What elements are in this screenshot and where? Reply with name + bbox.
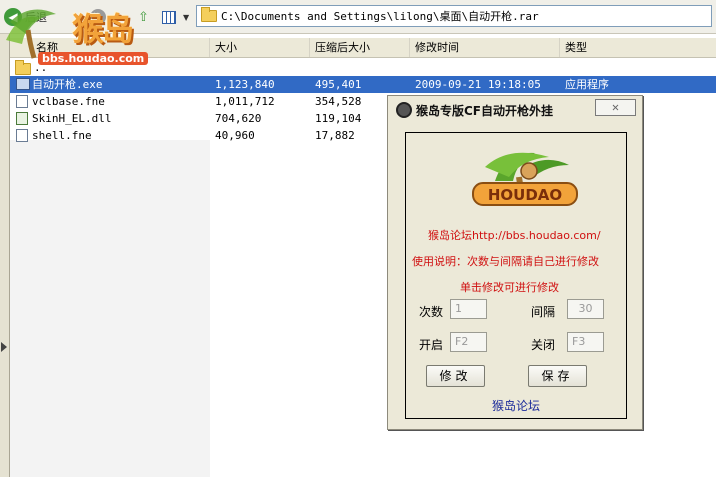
file-size: 1,123,840: [215, 78, 275, 91]
parent-folder-label: ..: [34, 61, 48, 74]
expand-arrow-icon[interactable]: [1, 342, 7, 352]
interval-label: 间隔: [531, 305, 556, 319]
column-size-label: 大小: [215, 41, 237, 54]
file-type: 应用程序: [565, 78, 609, 91]
file-packed-size: 354,528: [315, 95, 362, 108]
left-panel-edge[interactable]: [0, 34, 10, 477]
close-icon: ✕: [611, 100, 620, 114]
address-path: C:\Documents and Settings\lilong\桌面\自动开枪…: [221, 10, 539, 23]
logo-text: HOUDAO: [488, 186, 562, 204]
column-type[interactable]: 类型: [560, 38, 716, 57]
modify-button[interactable]: 修改: [426, 365, 485, 387]
file-icon: [16, 129, 28, 142]
column-type-label: 类型: [565, 41, 587, 54]
file-icon: [16, 95, 28, 108]
column-modified-label: 修改时间: [415, 41, 459, 54]
file-size: 704,620: [215, 112, 262, 125]
start-key-input[interactable]: F2: [450, 332, 487, 352]
grid-view-icon: [162, 10, 176, 24]
name-column-background: [10, 140, 210, 477]
file-name: SkinH_EL.dll: [32, 112, 112, 125]
usage-line: 使用说明：次数与间隔请自己进行修改: [412, 255, 599, 268]
dialog-footer: 猴岛论坛: [492, 399, 541, 413]
count-label: 次数: [419, 305, 444, 319]
column-packed[interactable]: 压缩后大小: [310, 38, 410, 57]
column-modified[interactable]: 修改时间: [410, 38, 560, 57]
file-modified: 2009-09-21 19:18:05: [415, 78, 541, 91]
file-packed-size: 17,882: [315, 129, 355, 142]
save-button[interactable]: 保存: [528, 365, 587, 387]
file-name: 自动开枪.exe: [32, 78, 103, 91]
file-packed-size: 495,401: [315, 78, 362, 91]
file-packed-size: 119,104: [315, 112, 362, 125]
folder-icon: [15, 60, 31, 75]
exe-icon: [16, 78, 30, 90]
file-row[interactable]: 自动开枪.exe 1,123,840 495,401 2009-09-21 19…: [10, 76, 716, 93]
interval-input[interactable]: 30: [567, 299, 604, 319]
watermark-brand: 猴岛: [72, 10, 134, 48]
close-button[interactable]: ✕: [595, 99, 636, 116]
file-name: vclbase.fne: [32, 95, 105, 108]
stop-key-label: 关闭: [531, 338, 556, 352]
click-hint-line: 单击修改可进行修改: [460, 281, 559, 294]
stop-key-input[interactable]: F3: [567, 332, 604, 352]
palm-tree-icon: [6, 9, 56, 59]
folder-icon: [201, 7, 217, 22]
houdao-logo: HOUDAO: [472, 152, 578, 206]
dialog-content-frame: HOUDAO 猴岛论坛http://bbs.houdao.com/ 使用说明：次…: [405, 132, 627, 419]
dialog-title: 猴岛专版CF自动开枪外挂: [416, 104, 554, 118]
count-input[interactable]: 1: [450, 299, 487, 319]
file-name: shell.fne: [32, 129, 92, 142]
address-bar[interactable]: C:\Documents and Settings\lilong\桌面\自动开枪…: [196, 5, 712, 27]
dll-icon: [16, 112, 28, 125]
dialog-titlebar[interactable]: 猴岛专版CF自动开枪外挂 ✕: [388, 96, 642, 124]
start-key-label: 开启: [419, 338, 444, 352]
column-packed-label: 压缩后大小: [315, 41, 370, 54]
forum-line: 猴岛论坛http://bbs.houdao.com/: [428, 229, 601, 242]
cheat-dialog: 猴岛专版CF自动开枪外挂 ✕ HOUDAO 猴岛论坛http://bbs.hou…: [387, 95, 643, 430]
view-mode-button[interactable]: ▼: [162, 6, 189, 28]
chevron-down-icon[interactable]: ▼: [183, 13, 189, 22]
app-icon: [396, 102, 412, 118]
parent-folder-row[interactable]: ..: [10, 59, 716, 76]
file-size: 1,011,712: [215, 95, 275, 108]
file-size: 40,960: [215, 129, 255, 142]
column-size[interactable]: 大小: [210, 38, 310, 57]
